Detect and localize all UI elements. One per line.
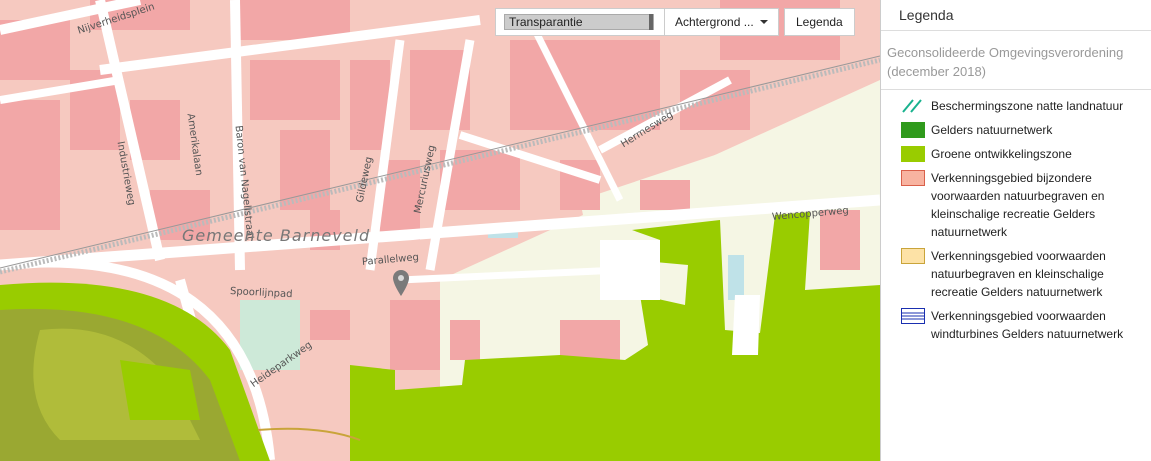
legend-title: Legenda — [881, 0, 1151, 31]
background-label: Achtergrond ... — [675, 15, 754, 29]
legend-list: Beschermingszone natte landnatuur Gelder… — [881, 90, 1151, 343]
legend-label: Verkenningsgebied voorwaarden windturbin… — [931, 309, 1124, 341]
green-swatch-icon — [901, 122, 925, 138]
map-view[interactable]: Nijverheidsplein Industrieweg Amerikalaa… — [0, 0, 880, 461]
legend-label: Verkenningsgebied bijzondere voorwaarden… — [931, 171, 1105, 239]
map-canvas — [0, 0, 880, 461]
map-controls: Transparantie Achtergrond ... — [495, 8, 779, 36]
slider-handle[interactable] — [649, 14, 653, 30]
transparency-label: Transparantie — [509, 15, 583, 29]
legend-label: Gelders natuurnetwerk — [931, 123, 1053, 137]
legend-label: Verkenningsgebied voorwaarden natuurbegr… — [931, 249, 1106, 299]
legend-item: Beschermingszone natte landnatuur — [901, 97, 1151, 115]
municipality-label: Gemeente Barneveld — [182, 226, 371, 245]
legend-label: Groene ontwikkelingszone — [931, 147, 1072, 161]
salmon-swatch-icon — [901, 170, 925, 186]
lightgreen-swatch-icon — [901, 146, 925, 162]
legend-subtitle: Geconsolideerde Omgevingsverordening (de… — [881, 31, 1151, 90]
legend-label: Beschermingszone natte landnatuur — [931, 99, 1124, 113]
yellow-swatch-icon — [901, 248, 925, 264]
legend-button[interactable]: Legenda — [784, 8, 855, 36]
legend-item: Verkenningsgebied voorwaarden natuurbegr… — [901, 247, 1151, 301]
transparency-slider[interactable]: Transparantie — [495, 8, 665, 36]
legend-item: Groene ontwikkelingszone — [901, 145, 1151, 163]
legend-item: Verkenningsgebied bijzondere voorwaarden… — [901, 169, 1151, 241]
transparency-track[interactable]: Transparantie — [504, 14, 654, 30]
legend-item: Verkenningsgebied voorwaarden windturbin… — [901, 307, 1151, 343]
legend-panel: Legenda Geconsolideerde Omgevingsverorde… — [880, 0, 1151, 461]
background-dropdown[interactable]: Achtergrond ... — [665, 8, 779, 36]
blue-lines-swatch-icon — [901, 308, 925, 324]
chevron-down-icon — [759, 20, 768, 24]
legend-item: Gelders natuurnetwerk — [901, 121, 1151, 139]
hatch-swatch-icon — [901, 98, 925, 114]
location-pin-icon[interactable] — [393, 270, 409, 296]
water — [728, 255, 744, 300]
